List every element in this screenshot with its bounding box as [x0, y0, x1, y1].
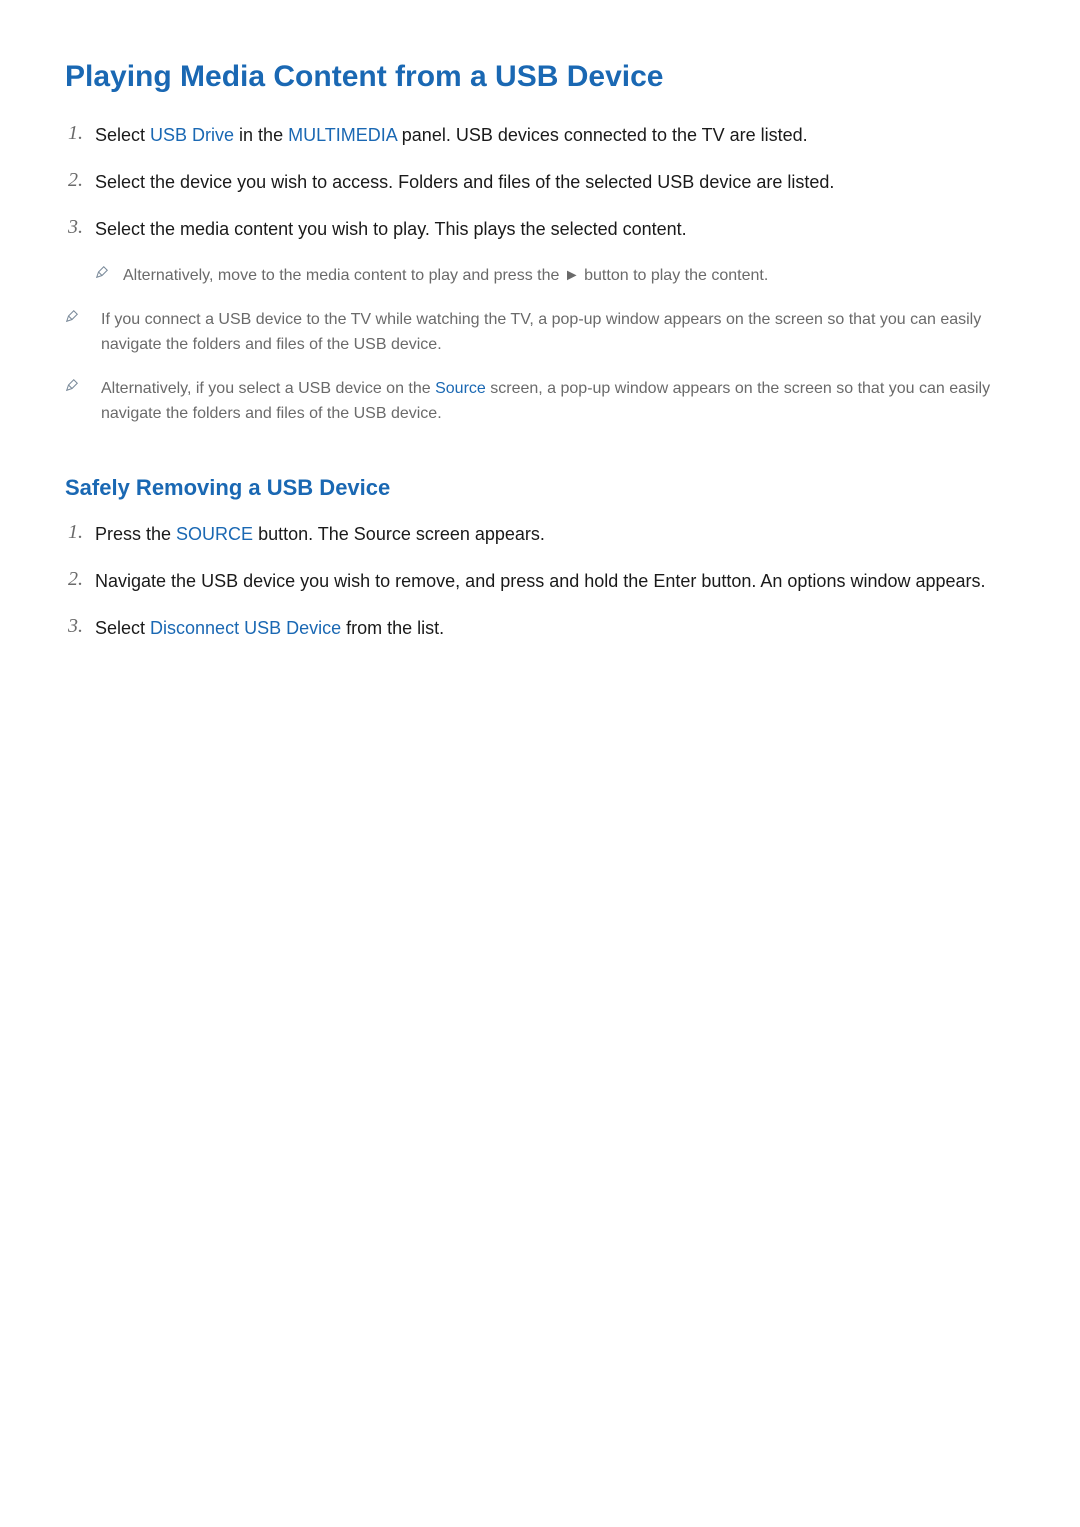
step-number: 1.: [65, 521, 95, 544]
steps-list-1: 1. Select USB Drive in the MULTIMEDIA pa…: [65, 122, 1015, 243]
step-item: 1. Press the SOURCE button. The Source s…: [65, 521, 1015, 548]
link-source: Source: [435, 380, 486, 397]
steps-list-2: 1. Press the SOURCE button. The Source s…: [65, 521, 1015, 642]
step-item: 2. Select the device you wish to access.…: [65, 169, 1015, 196]
step-text: Select Disconnect USB Device from the li…: [95, 615, 444, 642]
step-text: Navigate the USB device you wish to remo…: [95, 568, 986, 595]
link-usb-drive: USB Drive: [150, 125, 234, 145]
step-number: 3.: [65, 615, 95, 638]
note-item: Alternatively, if you select a USB devic…: [65, 376, 1015, 427]
step-number: 1.: [65, 122, 95, 145]
step-text: Select USB Drive in the MULTIMEDIA panel…: [95, 122, 808, 149]
play-icon: ►: [564, 267, 580, 284]
step-number: 2.: [65, 169, 95, 192]
note-text: Alternatively, move to the media content…: [123, 263, 768, 289]
link-source-button: SOURCE: [176, 524, 253, 544]
pen-icon: [65, 378, 83, 397]
step-item: 3. Select Disconnect USB Device from the…: [65, 615, 1015, 642]
link-multimedia: MULTIMEDIA: [288, 125, 397, 145]
note-text: If you connect a USB device to the TV wh…: [101, 307, 1015, 358]
step-item: 2. Navigate the USB device you wish to r…: [65, 568, 1015, 595]
note-text: Alternatively, if you select a USB devic…: [101, 376, 1015, 427]
step-number: 2.: [65, 568, 95, 591]
step-text: Select the media content you wish to pla…: [95, 216, 687, 243]
step-number: 3.: [65, 216, 95, 239]
pen-icon: [95, 265, 113, 284]
step-item: 3. Select the media content you wish to …: [65, 216, 1015, 243]
link-disconnect-usb: Disconnect USB Device: [150, 618, 341, 638]
step-text: Press the SOURCE button. The Source scre…: [95, 521, 545, 548]
section-title-1: Playing Media Content from a USB Device: [65, 60, 1015, 94]
note-item: If you connect a USB device to the TV wh…: [65, 307, 1015, 358]
section-title-2: Safely Removing a USB Device: [65, 475, 1015, 501]
step-item: 1. Select USB Drive in the MULTIMEDIA pa…: [65, 122, 1015, 149]
sub-note: Alternatively, move to the media content…: [65, 263, 1015, 289]
pen-icon: [65, 309, 83, 328]
step-text: Select the device you wish to access. Fo…: [95, 169, 834, 196]
